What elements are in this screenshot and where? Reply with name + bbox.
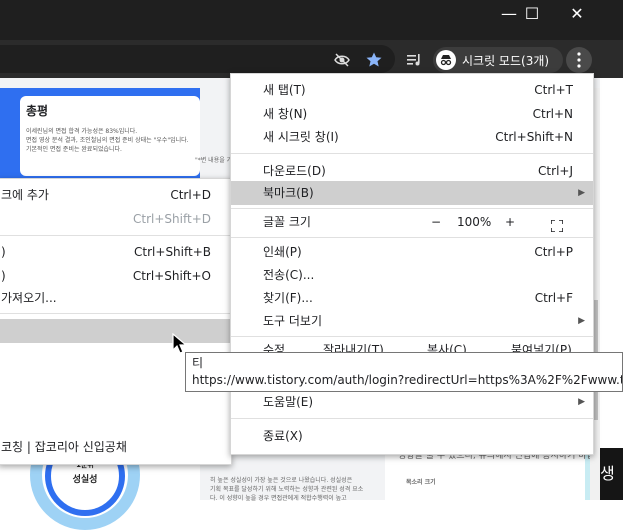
menu-separator	[231, 208, 593, 209]
fullscreen-icon[interactable]	[550, 216, 564, 233]
menu-item-exit[interactable]: 종료(X)	[231, 424, 593, 448]
menu-item-new-tab[interactable]: 새 탭(T) Ctrl+T	[231, 78, 593, 102]
zoom-level: 100%	[457, 215, 492, 229]
menu-item-add-bookmark[interactable]: 크에 추가 Ctrl+D	[0, 183, 231, 207]
summary-line: 이세린님의 면접 합격 가능성은 83%입니다.	[26, 128, 138, 135]
star-icon[interactable]	[361, 47, 387, 73]
menu-item-import-bookmarks[interactable]: 가져오기...	[0, 286, 231, 310]
menu-row-zoom: 글꼴 크기 − 100% +	[231, 210, 593, 234]
summary-line: 기본적인 면접 준비는 완료되었습니다.	[26, 146, 122, 153]
eye-off-icon[interactable]	[329, 47, 355, 73]
menu-item-new-incognito[interactable]: 새 시크릿 창(I) Ctrl+Shift+N	[231, 125, 593, 149]
menu-separator	[231, 336, 593, 337]
menu-item-find[interactable]: 찾기(F)... Ctrl+F	[231, 286, 593, 310]
menu-separator	[231, 237, 593, 238]
menu-item-more-tools[interactable]: 도구 더보기 ▶	[231, 309, 593, 333]
tooltip-url: https://www.tistory.com/auth/login?redir…	[192, 373, 623, 387]
summary-heading: 총평	[26, 104, 49, 118]
mouse-cursor-icon	[172, 332, 188, 358]
tooltip-title: 티	[192, 356, 204, 370]
chevron-right-icon: ▶	[578, 316, 585, 326]
chevron-right-icon: ▶	[578, 188, 585, 198]
media-queue-icon[interactable]	[401, 47, 427, 73]
menu-item-bookmark-all-tabs[interactable]: Ctrl+Shift+D	[0, 207, 231, 231]
summary-line: 면접 영상 분석 결과, 조인철님의 면접 준비 상태는 "우수"입니다.	[26, 137, 189, 144]
menu-separator	[0, 235, 231, 236]
zoom-out-button[interactable]: −	[431, 210, 441, 234]
maximize-button[interactable]: ☐	[509, 0, 555, 28]
menu-item-print[interactable]: 인쇄(P) Ctrl+P	[231, 240, 593, 264]
menu-item-downloads[interactable]: 다운로드(D) Ctrl+J	[231, 159, 593, 183]
body-text: 다. 이 성향이 높을 경우 면접관에게 적합수행력이 높고	[210, 495, 347, 502]
ring-label: 성실성	[72, 475, 98, 485]
more-menu-icon[interactable]	[566, 47, 592, 73]
bookmarks-submenu: 크에 추가 Ctrl+D Ctrl+Shift+D ) Ctrl+Shift+B…	[0, 178, 232, 465]
summary-box: 총평 이세린님의 면접 합격 가능성은 83%입니다. 면접 영상 분석 결과,…	[20, 96, 200, 176]
incognito-icon	[436, 50, 456, 70]
menu-separator	[0, 313, 231, 314]
menu-item-bookmarks[interactable]: 북마크(B) ▶	[231, 181, 593, 205]
zoom-in-button[interactable]: +	[505, 210, 515, 234]
menu-separator	[231, 153, 593, 154]
adjacent-text: 생	[600, 464, 615, 483]
menu-item-bookmark-highlighted[interactable]	[0, 319, 231, 343]
menu-item-bookmark-manager[interactable]: ) Ctrl+Shift+O	[0, 264, 231, 288]
menu-item-new-window[interactable]: 새 창(N) Ctrl+N	[231, 102, 593, 126]
incognito-profile-button[interactable]: 시크릿 모드(3개)	[433, 47, 563, 73]
adjacent-window: 생	[600, 78, 623, 500]
menu-item-help[interactable]: 도움말(E) ▶	[231, 390, 593, 414]
body-text: 히 높은 성실성이 가장 높은 것으로 나왔습니다. 성실성은	[210, 477, 353, 484]
menu-separator	[231, 418, 593, 419]
menu-item-cast[interactable]: 전송(C)...	[231, 263, 593, 287]
chevron-right-icon: ▶	[578, 397, 585, 407]
right-panel-heading: 목소리 크기	[406, 479, 436, 486]
chrome-main-menu: 새 탭(T) Ctrl+T 새 창(N) Ctrl+N 새 시크릿 창(I) C…	[230, 73, 594, 455]
close-button[interactable]: ✕	[554, 0, 600, 28]
menu-item-bookmark-link[interactable]: 코칭 | 잡코리아 신입공채	[0, 435, 231, 459]
menu-item-show-bookmarks-bar[interactable]: ) Ctrl+Shift+B	[0, 240, 231, 264]
profile-label: 시크릿 모드(3개)	[462, 53, 550, 68]
title-bar: — ☐ ✕	[0, 0, 623, 40]
body-text: 기획 목표를 달성하기 위해 노력하는 성향과 관련된 성격 요소	[210, 486, 364, 493]
link-tooltip: 티 https://www.tistory.com/auth/login?red…	[185, 352, 623, 392]
